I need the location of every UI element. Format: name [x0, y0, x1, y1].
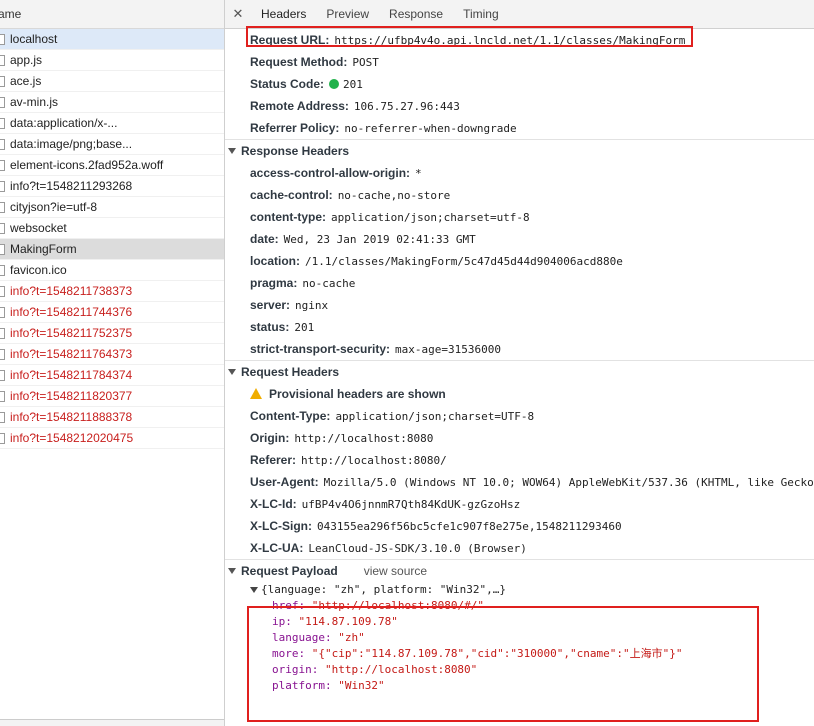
- header-key: date:: [250, 232, 279, 246]
- expand-triangle-icon: [228, 369, 236, 375]
- request-item[interactable]: info?t=1548211764373: [0, 344, 224, 365]
- header-value: nginx: [295, 299, 329, 312]
- header-value: no-cache: [302, 277, 356, 290]
- header-key: strict-transport-security:: [250, 342, 391, 356]
- header-key: Content-Type:: [250, 409, 331, 423]
- status-ok-icon: [329, 79, 340, 89]
- warning-icon: [250, 388, 262, 399]
- request-item[interactable]: data:application/x-...: [0, 113, 224, 134]
- request-item[interactable]: info?t=1548211744376: [0, 302, 224, 323]
- header-value: http://localhost:8080: [294, 432, 434, 445]
- tab-preview[interactable]: Preview: [316, 0, 379, 28]
- response-headers-toggle[interactable]: Response Headers: [225, 140, 814, 162]
- request-item[interactable]: element-icons.2fad952a.woff: [0, 155, 224, 176]
- view-source-link[interactable]: view source: [364, 560, 427, 582]
- request-item[interactable]: info?t=1548211293268: [0, 176, 224, 197]
- request-list-panel: ame localhost app.js ace.js av-min.js data:a…: [0, 0, 225, 726]
- request-headers-section: Request Headers Provisional headers are …: [225, 361, 814, 560]
- request-item[interactable]: cityjson?ie=utf-8: [0, 197, 224, 218]
- request-item[interactable]: info?t=1548211820377: [0, 386, 224, 407]
- response-header-row: pragma: no-cache: [225, 272, 814, 294]
- header-value: ufBP4v4O6jnnmR7Qth84KdUK-gzGzoHsz: [301, 498, 521, 511]
- request-header-row: User-Agent: Mozilla/5.0 (Windows NT 10.0;…: [225, 471, 814, 493]
- request-header-row: X-LC-Id: ufBP4v4O6jnnmR7Qth84KdUK-gzGzoHs…: [225, 493, 814, 515]
- request-item[interactable]: info?t=1548212020475: [0, 428, 224, 449]
- request-item[interactable]: app.js: [0, 50, 224, 71]
- request-item[interactable]: av-min.js: [0, 92, 224, 113]
- request-header-row: Referer: http://localhost:8080/: [225, 449, 814, 471]
- header-key: pragma:: [250, 276, 298, 290]
- header-key: Origin:: [250, 431, 290, 445]
- status-code-row: Status Code: 201: [250, 77, 363, 91]
- request-header-row: X-LC-UA: LeanCloud-JS-SDK/3.10.0 (Browser…: [225, 537, 814, 559]
- header-value: 201: [294, 321, 315, 334]
- request-item[interactable]: info?t=1548211888378: [0, 407, 224, 428]
- header-key: location:: [250, 254, 300, 268]
- request-header-row: Content-Type: application/json;charset=UT…: [225, 405, 814, 427]
- request-item[interactable]: data:image/png;base...: [0, 134, 224, 155]
- tab-timing[interactable]: Timing: [453, 0, 509, 28]
- expand-triangle-icon: [228, 148, 236, 154]
- header-key: X-LC-Id:: [250, 497, 297, 511]
- request-item[interactable]: favicon.ico: [0, 260, 224, 281]
- request-item[interactable]: info?t=1548211784374: [0, 365, 224, 386]
- status-bar: [0, 719, 224, 726]
- header-value: /1.1/classes/MakingForm/5c47d45d44d90400…: [305, 255, 623, 268]
- header-value: *: [415, 167, 422, 180]
- url-highlight-box: [246, 26, 693, 47]
- name-column-header[interactable]: ame: [0, 0, 224, 29]
- request-item[interactable]: info?t=1548211752375: [0, 323, 224, 344]
- request-item[interactable]: MakingForm: [0, 239, 224, 260]
- request-item[interactable]: localhost: [0, 29, 224, 50]
- request-header-row: Origin: http://localhost:8080: [225, 427, 814, 449]
- response-header-row: content-type: application/json;charset=ut…: [225, 206, 814, 228]
- header-key: cache-control:: [250, 188, 333, 202]
- header-value: no-cache,no-store: [337, 189, 451, 202]
- request-details-panel: ✕ Headers Preview Response Timing Reques…: [225, 0, 814, 726]
- header-value: Wed, 23 Jan 2019 02:41:33 GMT: [283, 233, 476, 246]
- response-header-row: strict-transport-security: max-age=315360…: [225, 338, 814, 360]
- expand-triangle-icon: [228, 568, 236, 574]
- response-header-row: status: 201: [225, 316, 814, 338]
- request-headers-toggle[interactable]: Request Headers: [225, 361, 814, 383]
- referrer-policy-row: Referrer Policy: no-referrer-when-downgra…: [250, 121, 517, 135]
- response-header-row: date: Wed, 23 Jan 2019 02:41:33 GMT: [225, 228, 814, 250]
- request-item[interactable]: ace.js: [0, 71, 224, 92]
- header-value: Mozilla/5.0 (Windows NT 10.0; WOW64) App…: [323, 476, 814, 489]
- header-value: LeanCloud-JS-SDK/3.10.0 (Browser): [308, 542, 527, 555]
- request-payload-toggle[interactable]: Request Payload view source: [225, 560, 814, 582]
- response-header-row: location: /1.1/classes/MakingForm/5c47d45…: [225, 250, 814, 272]
- request-item[interactable]: websocket: [0, 218, 224, 239]
- request-item[interactable]: info?t=1548211738373: [0, 281, 224, 302]
- header-key: X-LC-UA:: [250, 541, 304, 555]
- payload-highlight-box: [247, 606, 759, 722]
- header-value: http://localhost:8080/: [301, 454, 447, 467]
- header-key: User-Agent:: [250, 475, 319, 489]
- header-value: application/json;charset=UTF-8: [335, 410, 535, 423]
- details-tab-bar: ✕ Headers Preview Response Timing: [225, 0, 814, 29]
- request-header-row: X-LC-Sign: 043155ea296f56bc5cfe1c907f8e27…: [225, 515, 814, 537]
- tab-response[interactable]: Response: [379, 0, 453, 28]
- header-value: application/json;charset=utf-8: [331, 211, 530, 224]
- response-header-row: server: nginx: [225, 294, 814, 316]
- request-method-row: Request Method: POST: [250, 55, 379, 69]
- response-header-row: access-control-allow-origin: *: [225, 162, 814, 184]
- header-key: content-type:: [250, 210, 326, 224]
- response-headers-section: Response Headers access-control-allow-or…: [225, 140, 814, 361]
- remote-address-row: Remote Address: 106.75.27.96:443: [250, 99, 460, 113]
- collapse-triangle-icon: [250, 587, 258, 593]
- header-key: status:: [250, 320, 290, 334]
- payload-summary[interactable]: {language: "zh", platform: "Win32",…}: [250, 582, 814, 598]
- response-header-row: cache-control: no-cache,no-store: [225, 184, 814, 206]
- header-key: X-LC-Sign:: [250, 519, 312, 533]
- tab-headers[interactable]: Headers: [251, 0, 317, 28]
- close-icon[interactable]: ✕: [225, 6, 251, 22]
- header-value: 043155ea296f56bc5cfe1c907f8e275e,1548211…: [317, 520, 622, 533]
- provisional-warning: Provisional headers are shown: [225, 383, 814, 405]
- header-key: server:: [250, 298, 291, 312]
- header-key: Referer:: [250, 453, 297, 467]
- request-list: localhost app.js ace.js av-min.js data:appli…: [0, 29, 224, 449]
- header-key: access-control-allow-origin:: [250, 166, 411, 180]
- header-value: max-age=31536000: [395, 343, 501, 356]
